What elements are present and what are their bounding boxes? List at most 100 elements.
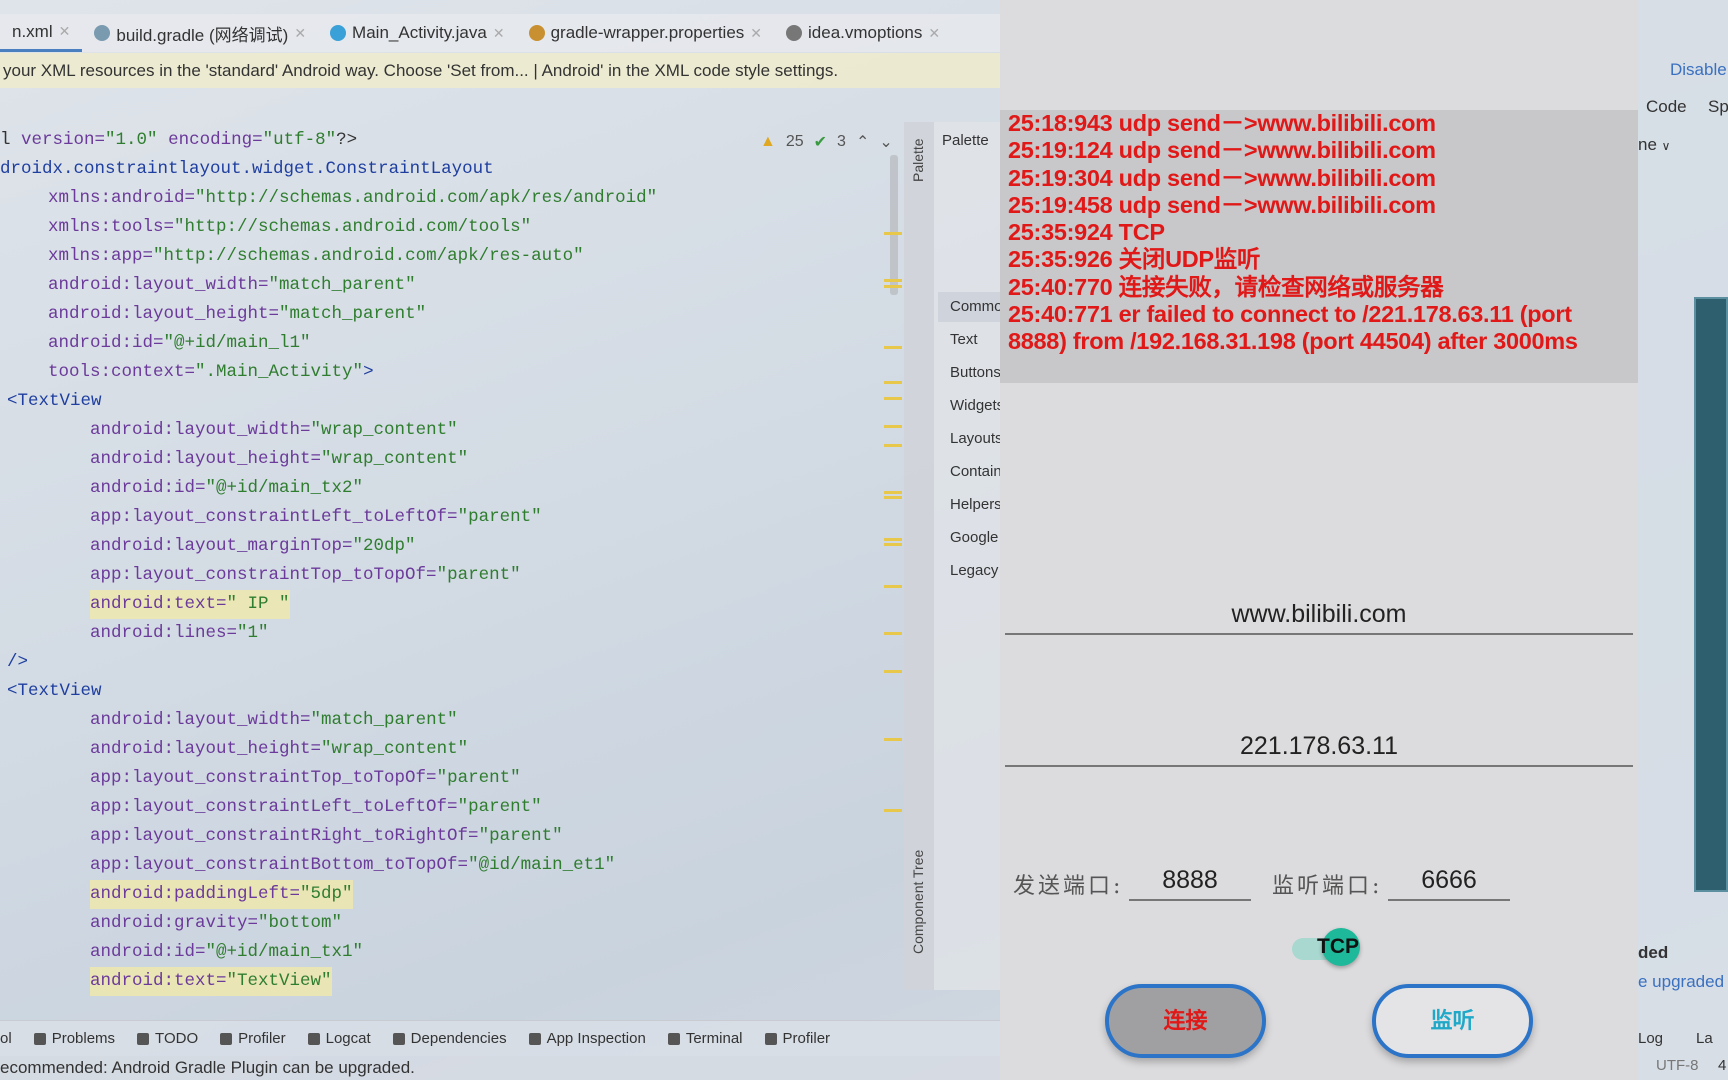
code-line[interactable]: android:layout_height="wrap_content" — [90, 735, 468, 764]
gutter-warning-mark[interactable] — [884, 585, 902, 588]
code-line[interactable]: app:layout_constraintTop_toTopOf="parent… — [90, 764, 521, 793]
gutter-warning-mark[interactable] — [884, 381, 902, 384]
code-view-button[interactable]: Code — [1646, 97, 1687, 117]
ip-input[interactable]: 221.178.63.11 — [1005, 732, 1633, 767]
gutter-warning-mark[interactable] — [884, 346, 902, 349]
gutter-warning-mark[interactable] — [884, 279, 902, 282]
component-tree-tab[interactable]: Component Tree — [910, 850, 926, 954]
tool-window-todo[interactable]: TODO — [137, 1030, 198, 1047]
code-line[interactable]: app:layout_constraintLeft_toLeftOf="pare… — [90, 503, 542, 532]
gutter-warning-mark[interactable] — [884, 232, 902, 235]
gutter-warning-mark[interactable] — [884, 543, 902, 546]
code-line[interactable]: android:text=" IP " — [90, 590, 290, 619]
gutter-warning-mark[interactable] — [884, 285, 902, 288]
code-line[interactable]: android:layout_width="wrap_content" — [90, 416, 458, 445]
code-line[interactable]: android:layout_width="match_parent" — [90, 706, 458, 735]
status-bar: ecommended: Android Gradle Plugin can be… — [0, 1056, 1000, 1080]
tab[interactable]: build.gradle (网络调试) ✕ — [82, 14, 318, 52]
code-line[interactable]: /> — [7, 648, 28, 677]
disable-link[interactable]: Disable — [1670, 60, 1727, 80]
close-icon[interactable]: ✕ — [294, 25, 306, 42]
gutter-warning-mark[interactable] — [884, 670, 902, 673]
gutter-warning-mark[interactable] — [884, 425, 902, 428]
tool-window-app-inspection[interactable]: App Inspection — [528, 1030, 646, 1047]
palette-item[interactable]: Helpers — [950, 490, 1000, 520]
inspection-widget[interactable]: ▲ 25 ✔ 3 ⌃ ⌄ — [760, 132, 893, 152]
tool-window-ol[interactable]: ol — [0, 1030, 12, 1047]
gutter-warning-mark[interactable] — [884, 632, 902, 635]
chevron-up-icon[interactable]: ⌃ — [856, 132, 869, 152]
code-line[interactable]: android:layout_height="wrap_content" — [90, 445, 468, 474]
palette-item[interactable]: Google — [950, 523, 1000, 553]
indent-status[interactable]: 4 — [1718, 1057, 1726, 1074]
close-icon[interactable]: ✕ — [493, 25, 505, 42]
gutter-warning-mark[interactable] — [884, 538, 902, 541]
code-line[interactable]: android:layout_marginTop="20dp" — [90, 532, 416, 561]
palette-item[interactable]: Buttons — [950, 358, 1000, 388]
tab[interactable]: n.xml ✕ — [0, 14, 83, 52]
protocol-switch[interactable]: TCP — [1317, 928, 1360, 966]
xml-editor[interactable]: l version="1.0" encoding="utf-8"?> droidx… — [0, 122, 900, 996]
tool-window-problems[interactable]: Problems — [33, 1030, 115, 1047]
code-line[interactable]: android:id="@+id/main_tx1" — [90, 938, 363, 967]
code-line[interactable]: android:id="@+id/main_l1" — [48, 329, 311, 358]
palette-item[interactable]: Containers — [950, 457, 1000, 487]
upgrade-link[interactable]: e upgraded — [1638, 972, 1724, 992]
code-line[interactable]: android:gravity="bottom" — [90, 909, 342, 938]
tab[interactable]: gradle-wrapper.properties ✕ — [517, 14, 774, 52]
code-line[interactable]: l version="1.0" encoding="utf-8"?> — [0, 126, 357, 155]
tab[interactable]: idea.vmoptions ✕ — [774, 14, 952, 52]
code-line[interactable]: xmlns:tools="http://schemas.android.com/… — [48, 213, 531, 242]
chevron-down-icon[interactable]: ⌄ — [879, 132, 892, 152]
code-line[interactable]: android:id="@+id/main_tx2" — [90, 474, 363, 503]
send-port-input[interactable]: 8888 — [1129, 866, 1251, 901]
code-line[interactable]: android:layout_width="match_parent" — [48, 271, 416, 300]
code-line[interactable]: droidx.constraintlayout.widget.Constrain… — [0, 155, 494, 184]
code-line[interactable]: app:layout_constraintTop_toTopOf="parent… — [90, 561, 521, 590]
tool-window-profiler[interactable]: Profiler — [764, 1030, 830, 1047]
code-line[interactable]: tools:context=".Main_Activity"> — [48, 358, 374, 387]
code-line[interactable]: app:layout_constraintBottom_toTopOf="@id… — [90, 851, 615, 880]
tool-window-label: App Inspection — [546, 1030, 646, 1047]
gutter-warning-mark[interactable] — [884, 444, 902, 447]
palette-item[interactable]: Text — [950, 325, 1000, 355]
code-line[interactable]: android:paddingLeft="5dp" — [90, 880, 353, 909]
gutter-warning-mark[interactable] — [884, 397, 902, 400]
palette-item[interactable]: Legacy — [950, 556, 1000, 586]
event-log-tab[interactable]: Log — [1638, 1030, 1663, 1047]
tool-window-terminal[interactable]: Terminal — [667, 1030, 743, 1047]
code-line[interactable]: <TextView — [7, 677, 102, 706]
code-line[interactable]: xmlns:app="http://schemas.android.com/ap… — [48, 242, 584, 271]
tool-window-profiler[interactable]: Profiler — [220, 1030, 286, 1047]
tab[interactable]: Main_Activity.java ✕ — [318, 14, 517, 52]
gutter-warning-mark[interactable] — [884, 496, 902, 499]
split-view-button[interactable]: Sp — [1708, 97, 1728, 117]
listen-port-input[interactable]: 6666 — [1388, 866, 1510, 901]
device-combo[interactable]: ne ∨ — [1638, 135, 1670, 155]
palette-side-tab[interactable]: Palette — [910, 138, 926, 182]
palette-item[interactable]: Widgets — [950, 391, 1000, 421]
close-icon[interactable]: ✕ — [928, 25, 940, 42]
close-icon[interactable]: ✕ — [750, 25, 762, 42]
gutter-warning-mark[interactable] — [884, 738, 902, 741]
connect-button[interactable]: 连接 — [1105, 984, 1266, 1058]
code-line[interactable]: android:text="TextView" — [90, 967, 332, 996]
palette-item[interactable]: Layouts — [950, 424, 1000, 454]
close-icon[interactable]: ✕ — [59, 23, 71, 40]
tool-window-dependencies[interactable]: Dependencies — [392, 1030, 507, 1047]
code-line[interactable]: xmlns:android="http://schemas.android.co… — [48, 184, 657, 213]
palette-item[interactable]: Common — [938, 292, 1000, 322]
code-line[interactable]: app:layout_constraintRight_toRightOf="pa… — [90, 822, 563, 851]
gutter-warning-mark[interactable] — [884, 809, 902, 812]
code-line[interactable]: <TextView — [7, 387, 102, 416]
tool-window-logcat[interactable]: Logcat — [307, 1030, 371, 1047]
code-line[interactable]: app:layout_constraintLeft_toLeftOf="pare… — [90, 793, 542, 822]
message-input[interactable]: www.bilibili.com — [1005, 600, 1633, 635]
layout-inspector-tab[interactable]: La — [1696, 1030, 1713, 1047]
encoding-status[interactable]: UTF-8 — [1656, 1057, 1699, 1074]
gutter-warning-mark[interactable] — [884, 491, 902, 494]
editor-scrollbar[interactable] — [890, 155, 898, 295]
listen-button[interactable]: 监听 — [1372, 984, 1533, 1058]
code-line[interactable]: android:layout_height="match_parent" — [48, 300, 426, 329]
code-line[interactable]: android:lines="1" — [90, 619, 269, 648]
